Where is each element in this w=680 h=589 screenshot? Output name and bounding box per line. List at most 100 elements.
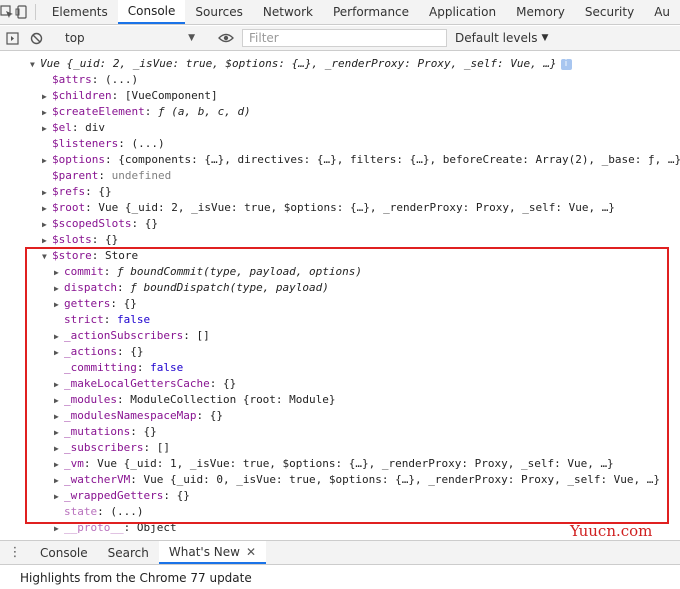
object-header[interactable]: ▼ Vue {_uid: 2, _isVue: true, $options: {… bbox=[30, 56, 572, 72]
property-key: $listeners bbox=[52, 137, 119, 150]
property-row[interactable]: ▶ _actions: {} bbox=[54, 344, 143, 360]
property-value: Vue {_uid: 2, _isVue: true, $options: {…… bbox=[40, 57, 557, 70]
devtools-tabbar: Elements Console Sources Network Performance… bbox=[0, 0, 680, 25]
property-row[interactable]: ▶ _modulesNamespaceMap: {} bbox=[54, 408, 223, 424]
tab-application[interactable]: Application bbox=[419, 0, 506, 24]
property-row[interactable]: ▶ $children: [VueComponent] bbox=[42, 88, 218, 104]
tab-security[interactable]: Security bbox=[575, 0, 644, 24]
property-key: _modulesNamespaceMap bbox=[64, 409, 197, 422]
property-row[interactable]: ▶ _watcherVM: Vue {_uid: 0, _isVue: true,… bbox=[54, 472, 660, 488]
expand-triangle-icon: ▶ bbox=[54, 524, 59, 533]
property-row[interactable]: strict: false bbox=[54, 312, 150, 328]
eye-icon[interactable] bbox=[214, 27, 238, 49]
drawer-tab-console[interactable]: Console bbox=[30, 541, 98, 564]
drawer-tab-label: Console bbox=[40, 545, 88, 560]
property-key: _makeLocalGettersCache bbox=[64, 377, 210, 390]
colon: : bbox=[116, 345, 131, 358]
tab-au[interactable]: Au bbox=[644, 0, 680, 24]
info-icon[interactable]: i bbox=[560, 58, 572, 70]
property-row[interactable]: ▶ _actionSubscribers: [] bbox=[54, 328, 210, 344]
property-value: ƒ boundDispatch(type, payload) bbox=[130, 281, 329, 294]
property-row[interactable]: ▶ $root: Vue {_uid: 2, _isVue: true, $opt… bbox=[42, 200, 615, 216]
property-key: strict bbox=[64, 313, 104, 326]
property-row[interactable]: ▶ dispatch: ƒ boundDispatch(type, payload… bbox=[54, 280, 329, 296]
colon: : bbox=[123, 521, 137, 534]
expand-triangle-icon: ▶ bbox=[42, 236, 47, 245]
tab-elements[interactable]: Elements bbox=[42, 0, 118, 24]
colon: : bbox=[91, 233, 105, 246]
close-icon[interactable]: ✕ bbox=[246, 545, 256, 559]
expand-triangle-icon: ▶ bbox=[54, 396, 59, 405]
tab-performance[interactable]: Performance bbox=[323, 0, 419, 24]
colon: : bbox=[136, 361, 151, 374]
device-toolbar-icon[interactable] bbox=[15, 0, 30, 24]
dropdown-arrow-icon: ▼ bbox=[188, 33, 195, 43]
collapse-triangle-icon: ▼ bbox=[42, 252, 47, 261]
property-key: state bbox=[64, 505, 98, 518]
property-key: _committing bbox=[64, 361, 137, 374]
drawer-menu-icon[interactable]: ⋮ bbox=[0, 541, 30, 564]
property-row[interactable]: ▶ commit: ƒ boundCommit(type, payload, op… bbox=[54, 264, 362, 280]
tab-sources[interactable]: Sources bbox=[185, 0, 252, 24]
property-value: undefined bbox=[111, 169, 172, 182]
drawer-tab-search[interactable]: Search bbox=[98, 541, 159, 564]
property-row[interactable]: ▶ $slots: {} bbox=[42, 232, 118, 248]
levels-arrow-icon: ▼ bbox=[541, 33, 549, 43]
property-row[interactable]: ▶ $scopedSlots: {} bbox=[42, 216, 158, 232]
tab-memory[interactable]: Memory bbox=[506, 0, 575, 24]
property-value: false bbox=[117, 313, 151, 326]
property-row[interactable]: $listeners: (...) bbox=[42, 136, 165, 152]
expand-triangle-icon: ▶ bbox=[54, 444, 59, 453]
property-value: Vue {_uid: 0, _isVue: true, $options: {…… bbox=[143, 473, 661, 486]
property-row[interactable]: state: (...) bbox=[54, 504, 144, 520]
colon: : bbox=[131, 217, 145, 230]
property-key: $options bbox=[52, 153, 105, 166]
property-row[interactable]: $parent: undefined bbox=[42, 168, 171, 184]
expand-triangle-icon: ▶ bbox=[42, 108, 47, 117]
inspect-icon[interactable] bbox=[0, 0, 15, 24]
property-row[interactable]: ▶ $el: div bbox=[42, 120, 105, 136]
property-row[interactable]: ▶ _mutations: {} bbox=[54, 424, 157, 440]
property-key: $slots bbox=[52, 233, 92, 246]
colon: : bbox=[85, 201, 99, 214]
colon: : bbox=[91, 73, 105, 86]
expand-triangle-icon: ▶ bbox=[54, 476, 59, 485]
colon: : bbox=[110, 297, 124, 310]
log-levels-dropdown[interactable]: Default levels ▼ bbox=[455, 31, 548, 45]
property-row[interactable]: ▶ _modules: ModuleCollection {root: Modul… bbox=[54, 392, 336, 408]
property-row[interactable]: ▶ __proto__: Object bbox=[54, 520, 177, 535]
drawer-tab-what-s-new[interactable]: What's New ✕ bbox=[158, 541, 267, 564]
property-row[interactable]: ▶ $refs: {} bbox=[42, 184, 112, 200]
property-key: _mutations bbox=[64, 425, 131, 438]
property-key: _vm bbox=[64, 457, 84, 470]
property-value: [VueComponent] bbox=[124, 89, 218, 102]
property-row[interactable]: ▶ _wrappedGetters: {} bbox=[54, 488, 190, 504]
property-row[interactable]: ▶ _vm: Vue {_uid: 1, _isVue: true, $optio… bbox=[54, 456, 614, 472]
clear-console-icon[interactable] bbox=[24, 27, 48, 49]
property-value: ModuleCollection {root: Module} bbox=[130, 393, 336, 406]
drawer-tab-label: What's New bbox=[168, 544, 240, 559]
property-row[interactable]: ▶ _subscribers: [] bbox=[54, 440, 170, 456]
context-selector[interactable]: top ▼ bbox=[61, 28, 201, 48]
property-row[interactable]: ▼ $store: Store bbox=[42, 248, 138, 264]
property-key: $root bbox=[52, 201, 86, 214]
property-row[interactable]: $attrs: (...) bbox=[42, 72, 138, 88]
property-key: $createElement bbox=[52, 105, 145, 118]
property-key: _modules bbox=[64, 393, 117, 406]
show-sidebar-icon[interactable] bbox=[0, 27, 24, 49]
property-row[interactable]: ▶ _makeLocalGettersCache: {} bbox=[54, 376, 236, 392]
property-key: _actionSubscribers bbox=[64, 329, 184, 342]
property-key: _actions bbox=[64, 345, 117, 358]
expand-triangle-icon: ▶ bbox=[54, 300, 59, 309]
property-row[interactable]: _committing: false bbox=[54, 360, 183, 376]
property-row[interactable]: ▶ $options: {components: {…}, directives:… bbox=[42, 152, 680, 168]
property-row[interactable]: ▶ getters: {} bbox=[54, 296, 137, 312]
filter-input[interactable] bbox=[242, 29, 447, 47]
tab-console[interactable]: Console bbox=[117, 0, 186, 24]
colon: : bbox=[196, 409, 210, 422]
property-row[interactable]: ▶ $createElement: ƒ (a, b, c, d) bbox=[42, 104, 251, 120]
tab-network[interactable]: Network bbox=[253, 0, 323, 24]
expand-triangle-icon: ▶ bbox=[54, 284, 59, 293]
property-value: {} bbox=[222, 377, 237, 390]
property-value: {} bbox=[123, 297, 137, 310]
